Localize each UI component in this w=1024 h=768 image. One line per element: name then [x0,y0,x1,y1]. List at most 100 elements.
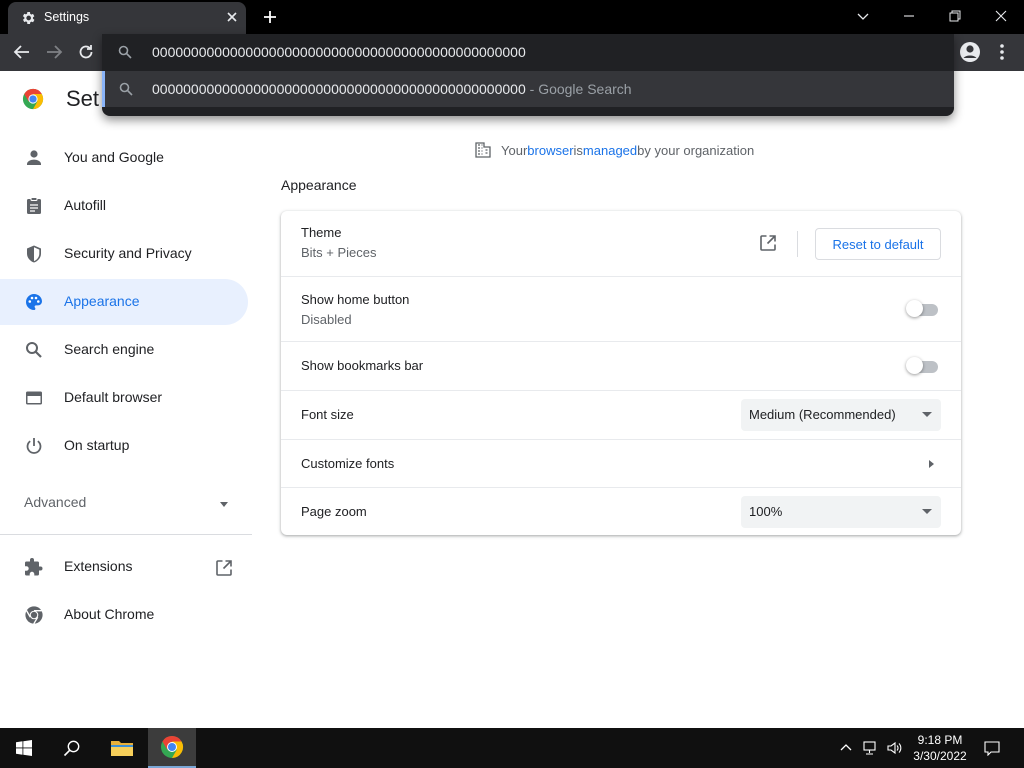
forward-button[interactable] [42,40,66,64]
minimize-icon [904,15,914,17]
arrow-left-icon [13,45,29,59]
reload-button[interactable] [74,40,98,64]
customize-fonts-row[interactable]: Customize fonts [281,439,961,487]
taskbar: 9:18 PM 3/30/2022 [0,728,1024,768]
clipboard-icon [27,197,41,214]
sidebar-item-about-chrome[interactable]: About Chrome [0,592,248,638]
page-zoom-select[interactable]: 100% [741,496,941,528]
bookmarks-bar-toggle[interactable] [906,357,938,374]
managed-link[interactable]: managed [583,143,637,158]
restore-button[interactable] [932,0,978,32]
clock-date: 3/30/2022 [913,749,967,763]
sidebar-item-label: About Chrome [64,606,155,622]
volume-icon[interactable] [886,740,902,756]
omnibox-input[interactable]: 0000000000000000000000000000000000000000… [102,34,954,70]
reload-icon [79,45,93,59]
divider [797,231,798,257]
open-in-new-icon[interactable] [759,234,777,252]
new-tab-icon[interactable] [262,9,278,25]
search-button[interactable] [48,728,96,768]
close-icon[interactable] [224,9,240,25]
title-bar: Settings [0,0,1024,34]
puzzle-icon [24,558,43,576]
sidebar-item-on-startup[interactable]: On startup [0,423,248,469]
bookmarks-bar-row[interactable]: Show bookmarks bar [281,341,961,390]
chrome-taskbar-button[interactable] [148,728,196,768]
sidebar-item-you-and-google[interactable]: You and Google [0,135,248,181]
tab-settings[interactable]: Settings [8,2,246,34]
chevron-down-icon [857,13,869,20]
reset-to-default-button[interactable]: Reset to default [815,228,941,260]
open-in-new-icon [216,560,232,576]
page-title: Set [66,86,100,111]
sidebar-advanced[interactable]: Advanced [24,494,86,510]
theme-value: Bits + Pieces [301,245,377,260]
shield-icon [27,245,41,263]
sidebar-item-default-browser[interactable]: Default browser [0,375,248,421]
sidebar-item-label: Appearance [64,293,140,309]
minimize-button[interactable] [886,0,932,32]
caret-down-icon[interactable] [218,498,230,510]
notification-icon[interactable] [984,740,1000,756]
tab-title: Settings [44,10,90,24]
suggestion-source: Google Search [538,81,632,97]
managed-notice: Your browser is managed by your organiza… [474,141,754,159]
menu-button[interactable] [990,40,1014,64]
font-size-row: Font size Medium (Recommended) [281,390,961,439]
home-button-status: Disabled [301,312,352,327]
sidebar-item-label: Extensions [64,558,133,574]
more-vertical-icon [1000,44,1004,60]
tab-search-button[interactable] [840,0,886,32]
chevron-right-icon [929,460,934,468]
sidebar-item-label: Autofill [64,197,107,213]
caret-down-icon [922,412,932,417]
font-size-label: Font size [301,407,354,422]
section-title: Appearance [281,177,357,193]
home-button-toggle[interactable] [906,300,938,317]
theme-label: Theme [301,225,342,240]
system-clock[interactable]: 9:18 PM 3/30/2022 [906,732,974,764]
sidebar-item-appearance[interactable]: Appearance [0,279,248,325]
folder-icon [111,741,133,756]
sidebar-divider [0,534,252,535]
sidebar-item-label: Default browser [64,389,163,405]
network-icon[interactable] [862,740,878,756]
font-size-select[interactable]: Medium (Recommended) [741,399,941,431]
windows-logo-icon [16,740,32,756]
sidebar-item-label: You and Google [64,149,164,165]
search-icon [118,45,132,59]
omnibox-suggestion[interactable]: 0000000000000000000000000000000000000000… [102,71,954,107]
page-zoom-row: Page zoom 100% [281,487,961,535]
sidebar-item-autofill[interactable]: Autofill [0,183,248,229]
sidebar-item-label: Security and Privacy [64,245,192,261]
home-button-row[interactable]: Show home button Disabled [281,276,961,341]
page-zoom-label: Page zoom [301,504,367,519]
sidebar-item-security-and-privacy[interactable]: Security and Privacy [0,231,248,277]
profile-button[interactable] [958,40,982,64]
gear-icon [22,12,35,24]
theme-row[interactable]: Theme Bits + Pieces Reset to default [281,211,961,276]
browser-window-icon [26,391,42,405]
caret-down-icon [922,509,932,514]
search-icon [119,82,133,96]
person-icon [27,150,41,165]
restore-icon [949,10,961,22]
sidebar-item-label: On startup [64,437,130,453]
omnibox-text: 0000000000000000000000000000000000000000… [152,44,526,60]
appearance-card: Theme Bits + Pieces Reset to default Sho… [281,211,961,535]
chrome-logo-icon [161,736,184,758]
customize-fonts-label: Customize fonts [301,456,395,471]
back-button[interactable] [10,40,34,64]
suggestion-text: 0000000000000000000000000000000000000000… [152,81,632,97]
browser-link[interactable]: browser [527,143,573,158]
close-window-button[interactable] [978,0,1024,32]
power-icon [26,438,42,454]
chevron-up-icon[interactable] [838,740,854,756]
sidebar-item-search-engine[interactable]: Search engine [0,327,248,373]
start-button[interactable] [0,728,48,768]
building-icon [475,142,491,158]
close-icon [995,10,1007,22]
home-button-label: Show home button [301,292,410,307]
file-explorer-button[interactable] [98,728,146,768]
bookmarks-bar-label: Show bookmarks bar [301,358,424,373]
